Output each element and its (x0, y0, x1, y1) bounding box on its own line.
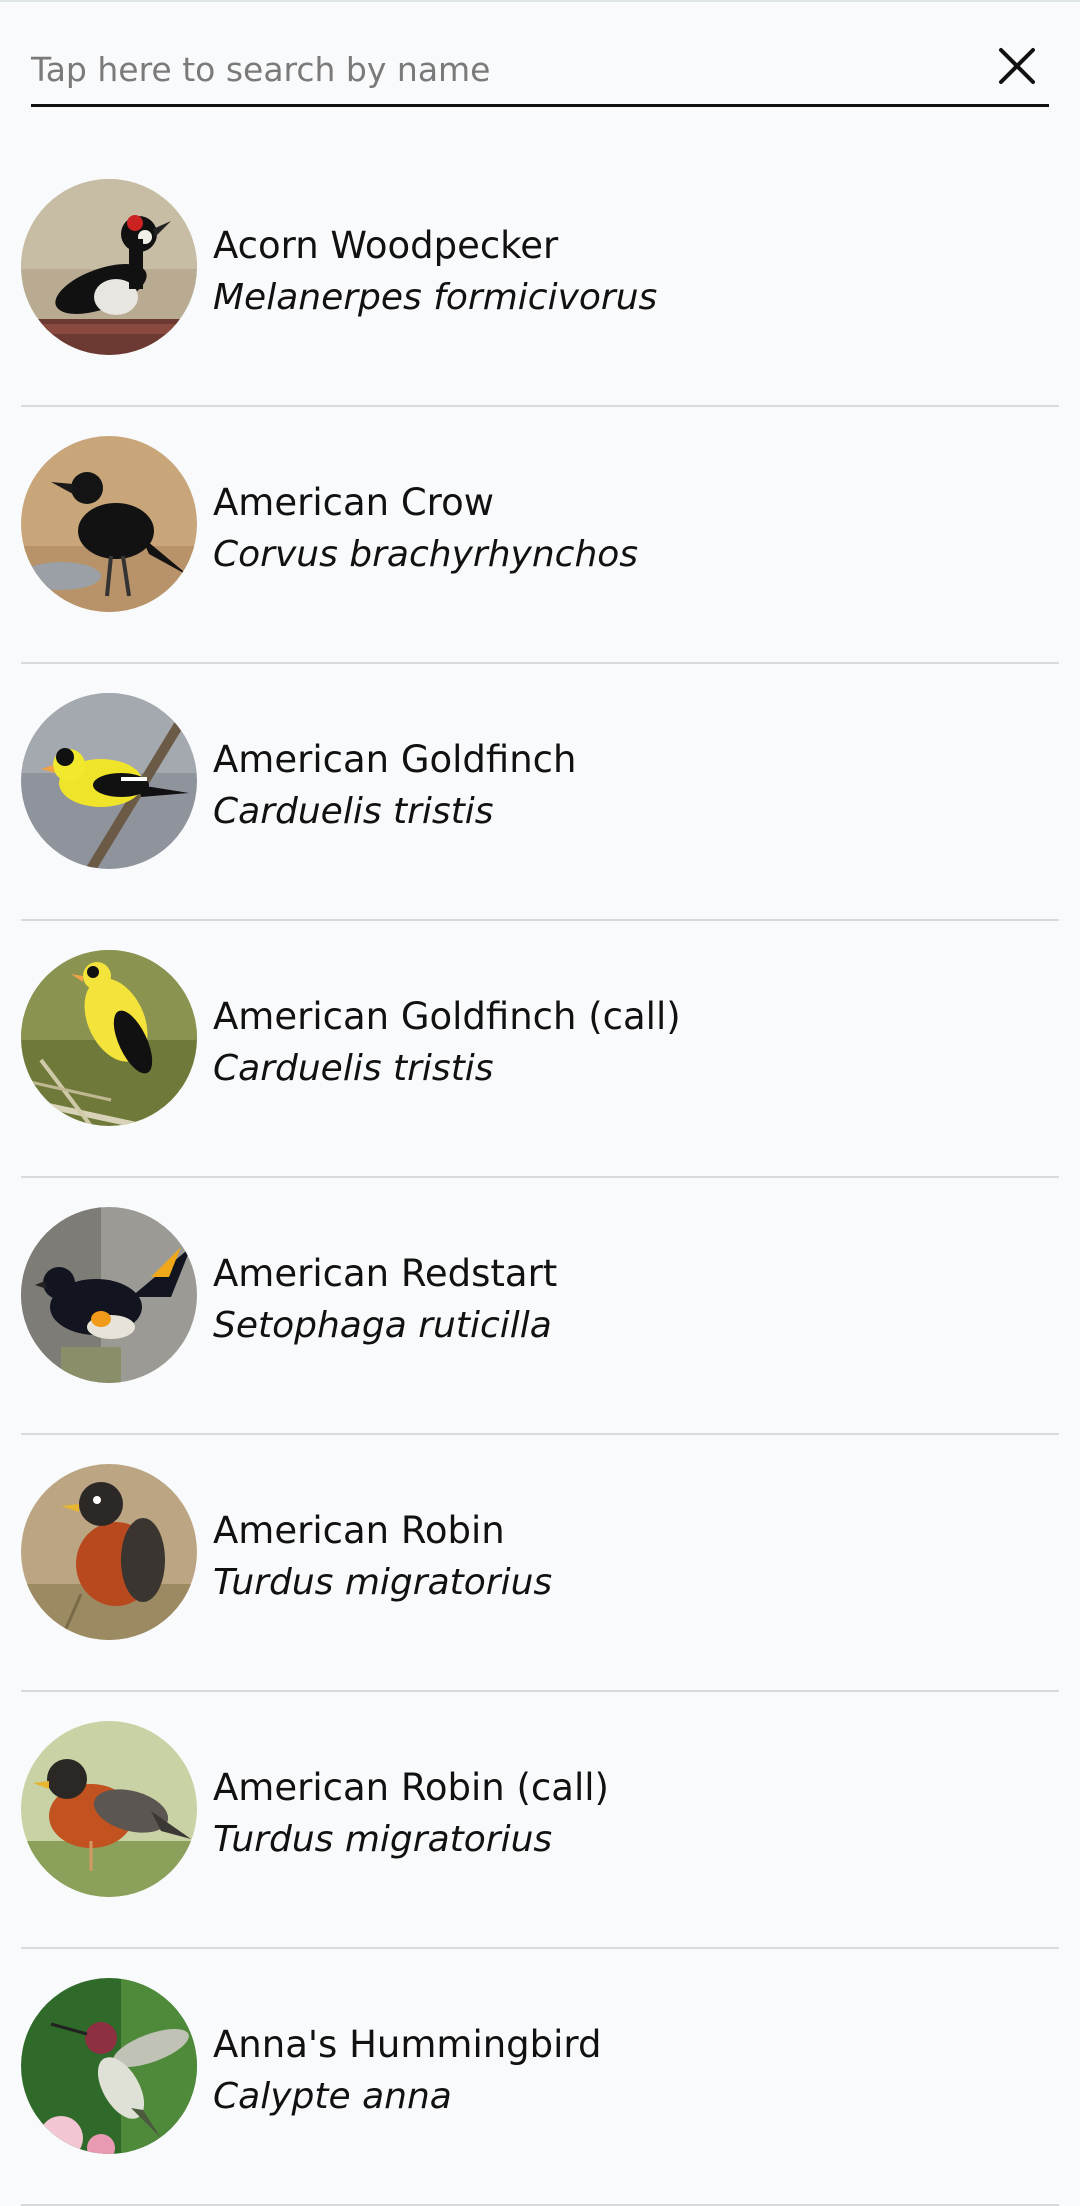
bird-scientific-name: Melanerpes formicivorus (213, 277, 658, 318)
list-item[interactable]: American Robin Turdus migratorius (0, 1435, 1080, 1692)
bird-common-name: American Goldfinch (213, 738, 577, 781)
bird-list: Acorn Woodpecker Melanerpes formicivorus… (0, 150, 1080, 2206)
list-item[interactable]: Anna's Hummingbird Calypte anna (0, 1949, 1080, 2206)
list-item[interactable]: American Goldfinch (call) Carduelis tris… (0, 921, 1080, 1178)
american-redstart-photo (21, 1207, 197, 1383)
list-item[interactable]: American Redstart Setophaga ruticilla (0, 1178, 1080, 1435)
list-item[interactable]: American Goldfinch Carduelis tristis (0, 664, 1080, 921)
clear-search-button[interactable] (995, 44, 1039, 88)
top-divider (0, 0, 1080, 2)
bird-common-name: Acorn Woodpecker (213, 224, 559, 267)
bird-common-name: American Robin (213, 1509, 505, 1552)
bird-scientific-name: Turdus migratorius (213, 1819, 553, 1860)
search-bar (31, 34, 1049, 107)
bird-common-name: American Goldfinch (call) (213, 995, 681, 1038)
bird-common-name: Anna's Hummingbird (213, 2023, 602, 2066)
bird-common-name: American Redstart (213, 1252, 558, 1295)
american-goldfinch-photo (21, 693, 197, 869)
bird-common-name: American Crow (213, 481, 494, 524)
bird-common-name: American Robin (call) (213, 1766, 609, 1809)
acorn-woodpecker-photo (21, 179, 197, 355)
search-input[interactable] (31, 34, 971, 104)
annas-hummingbird-photo (21, 1978, 197, 2154)
american-goldfinch-call-photo (21, 950, 197, 1126)
american-robin-photo (21, 1464, 197, 1640)
american-crow-photo (21, 436, 197, 612)
list-item[interactable]: American Crow Corvus brachyrhynchos (0, 407, 1080, 664)
close-icon (999, 48, 1035, 84)
bird-scientific-name: Setophaga ruticilla (213, 1305, 552, 1346)
list-item[interactable]: Acorn Woodpecker Melanerpes formicivorus (0, 150, 1080, 407)
bird-scientific-name: Carduelis tristis (213, 1048, 494, 1089)
bird-scientific-name: Turdus migratorius (213, 1562, 553, 1603)
bird-scientific-name: Corvus brachyrhynchos (213, 534, 639, 575)
american-robin-call-photo (21, 1721, 197, 1897)
bird-scientific-name: Calypte anna (213, 2076, 452, 2117)
bird-scientific-name: Carduelis tristis (213, 791, 494, 832)
list-item[interactable]: American Robin (call) Turdus migratorius (0, 1692, 1080, 1949)
